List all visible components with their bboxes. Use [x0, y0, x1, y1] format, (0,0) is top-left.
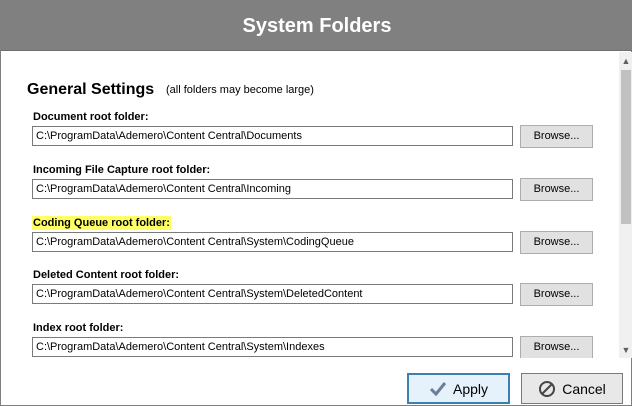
incoming-root-browse-button[interactable]: Browse...	[520, 178, 593, 201]
incoming-root-field: Incoming File Capture root folder: C:\Pr…	[1, 163, 619, 213]
document-root-label: Document root folder:	[33, 111, 149, 123]
scroll-down-arrow-icon[interactable]: ▼	[619, 343, 632, 357]
cancel-label: Cancel	[562, 380, 606, 397]
deleted-content-root-browse-button[interactable]: Browse...	[520, 283, 593, 306]
document-root-browse-button[interactable]: Browse...	[520, 125, 593, 148]
cancel-circle-icon	[539, 380, 556, 397]
cancel-button[interactable]: Cancel	[521, 373, 623, 404]
dialog-title: System Folders	[242, 15, 392, 37]
vertical-scrollbar[interactable]: ▲ ▼	[619, 52, 632, 358]
title-bar: System Folders	[1, 1, 632, 51]
system-folders-dialog: System Folders General Settings (all fol…	[0, 0, 632, 406]
index-root-browse-button[interactable]: Browse...	[520, 336, 593, 358]
index-root-field: Index root folder: C:\ProgramData\Ademer…	[1, 321, 619, 358]
coding-queue-root-input[interactable]: C:\ProgramData\Ademero\Content Central\S…	[32, 232, 513, 252]
section-title: General Settings	[27, 81, 155, 98]
coding-queue-root-field: Coding Queue root folder: C:\ProgramData…	[1, 216, 619, 266]
coding-queue-root-browse-button[interactable]: Browse...	[520, 231, 593, 254]
index-root-input[interactable]: C:\ProgramData\Ademero\Content Central\S…	[32, 337, 513, 357]
deleted-content-root-label: Deleted Content root folder:	[33, 269, 180, 281]
document-root-field: Document root folder: C:\ProgramData\Ade…	[1, 110, 619, 160]
apply-label: Apply	[452, 380, 489, 397]
deleted-content-root-field: Deleted Content root folder: C:\ProgramD…	[1, 268, 619, 318]
scroll-thumb[interactable]	[621, 70, 631, 224]
incoming-root-input[interactable]: C:\ProgramData\Ademero\Content Central\I…	[32, 179, 513, 199]
section-note: (all folders may become large)	[166, 84, 314, 96]
incoming-root-label: Incoming File Capture root folder:	[33, 164, 211, 176]
apply-button[interactable]: Apply	[407, 373, 510, 404]
settings-panel: General Settings (all folders may become…	[1, 52, 619, 358]
scroll-up-arrow-icon[interactable]: ▲	[619, 54, 632, 68]
document-root-input[interactable]: C:\ProgramData\Ademero\Content Central\D…	[32, 126, 513, 146]
index-root-label: Index root folder:	[33, 322, 124, 334]
checkmark-icon	[429, 381, 447, 396]
coding-queue-root-label: Coding Queue root folder:	[32, 216, 171, 230]
deleted-content-root-input[interactable]: C:\ProgramData\Ademero\Content Central\S…	[32, 284, 513, 304]
